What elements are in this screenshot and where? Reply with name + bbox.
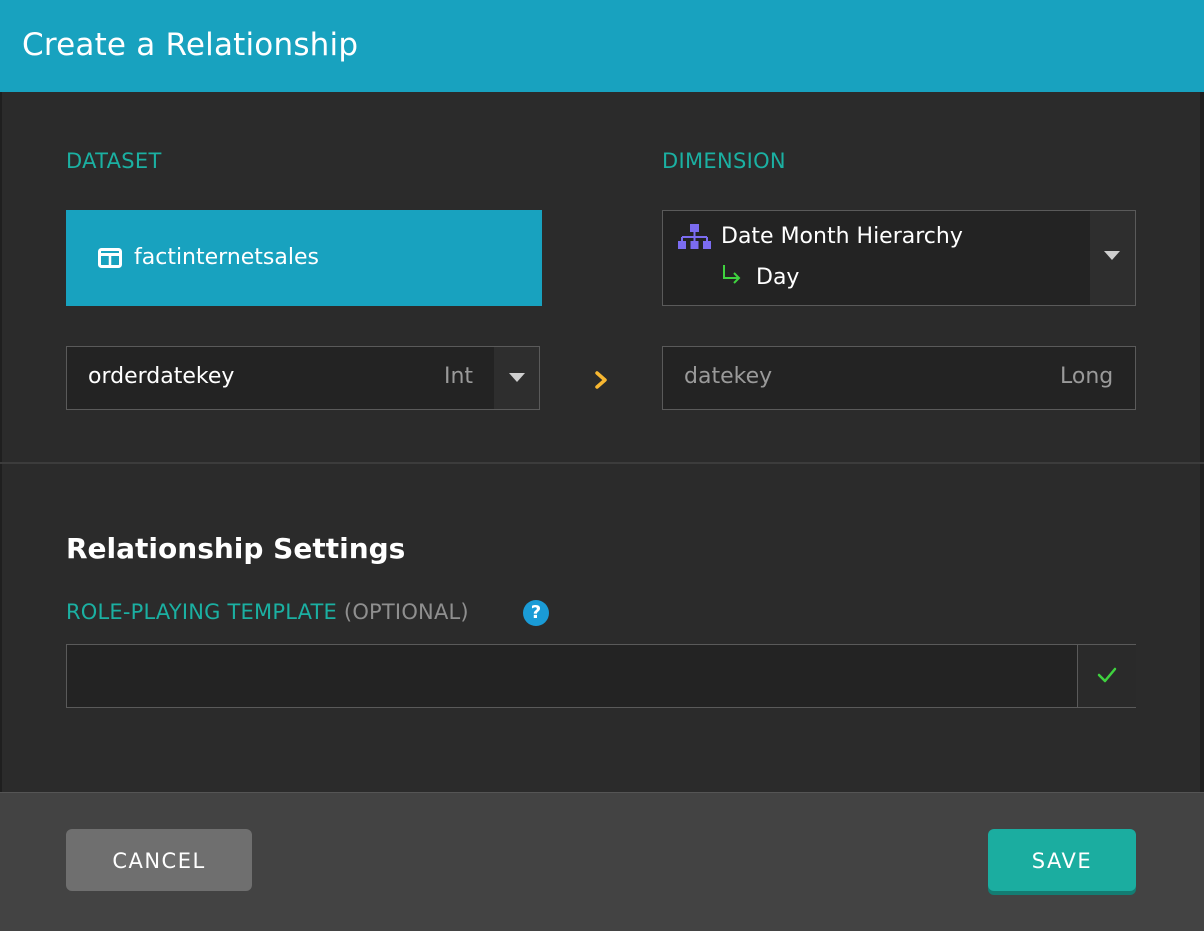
save-button[interactable]: SAVE (988, 829, 1136, 891)
role-playing-template-input[interactable] (67, 645, 1075, 707)
chevron-down-icon (509, 373, 525, 382)
create-relationship-dialog: Create a Relationship DATASET factintern… (0, 0, 1204, 931)
cancel-button[interactable]: CANCEL (66, 829, 252, 891)
dialog-right-edge (1200, 92, 1204, 792)
dimension-hierarchy-name: Date Month Hierarchy (721, 224, 963, 249)
checkmark-icon (1097, 667, 1117, 683)
dialog-title: Create a Relationship (22, 27, 359, 63)
dataset-field-dropdown-button[interactable] (494, 347, 539, 409)
optional-text: (OPTIONAL) (343, 600, 469, 624)
dialog-header: Create a Relationship (0, 0, 1204, 92)
dimension-dropdown-button[interactable] (1090, 211, 1135, 305)
dataset-selector[interactable]: factinternetsales (66, 210, 542, 306)
dimension-select-value: Date Month Hierarchy Day (663, 211, 1089, 305)
dimension-field-type: Long (1060, 364, 1114, 389)
dimension-field-value: datekey (684, 364, 773, 389)
dialog-left-edge (0, 92, 2, 792)
role-playing-template-label: ROLE-PLAYING TEMPLATE (OPTIONAL) (66, 600, 469, 624)
chevron-right-icon (595, 371, 607, 389)
dimension-label: DIMENSION (662, 149, 786, 173)
dataset-label: DATASET (66, 149, 162, 173)
return-arrow-icon (723, 265, 741, 284)
hierarchy-icon (678, 224, 711, 249)
dataset-name: factinternetsales (134, 245, 319, 270)
section-divider (0, 462, 1204, 464)
chevron-down-icon (1104, 251, 1120, 260)
dimension-level-name: Day (756, 265, 800, 290)
help-icon[interactable]: ? (523, 600, 549, 626)
settings-title: Relationship Settings (66, 532, 406, 565)
role-playing-template-field (66, 644, 1136, 708)
dialog-footer: CANCEL SAVE (0, 792, 1204, 931)
dimension-select[interactable]: Date Month Hierarchy Day (662, 210, 1136, 306)
dataset-field-type: Int (444, 364, 474, 389)
dataset-field-value: orderdatekey (88, 364, 235, 389)
template-confirm-button[interactable] (1077, 645, 1136, 707)
template-label-text: ROLE-PLAYING TEMPLATE (66, 600, 338, 624)
dimension-field: datekey Long (662, 346, 1136, 410)
table-icon (98, 248, 122, 268)
dataset-field-select[interactable]: orderdatekey Int (66, 346, 540, 410)
